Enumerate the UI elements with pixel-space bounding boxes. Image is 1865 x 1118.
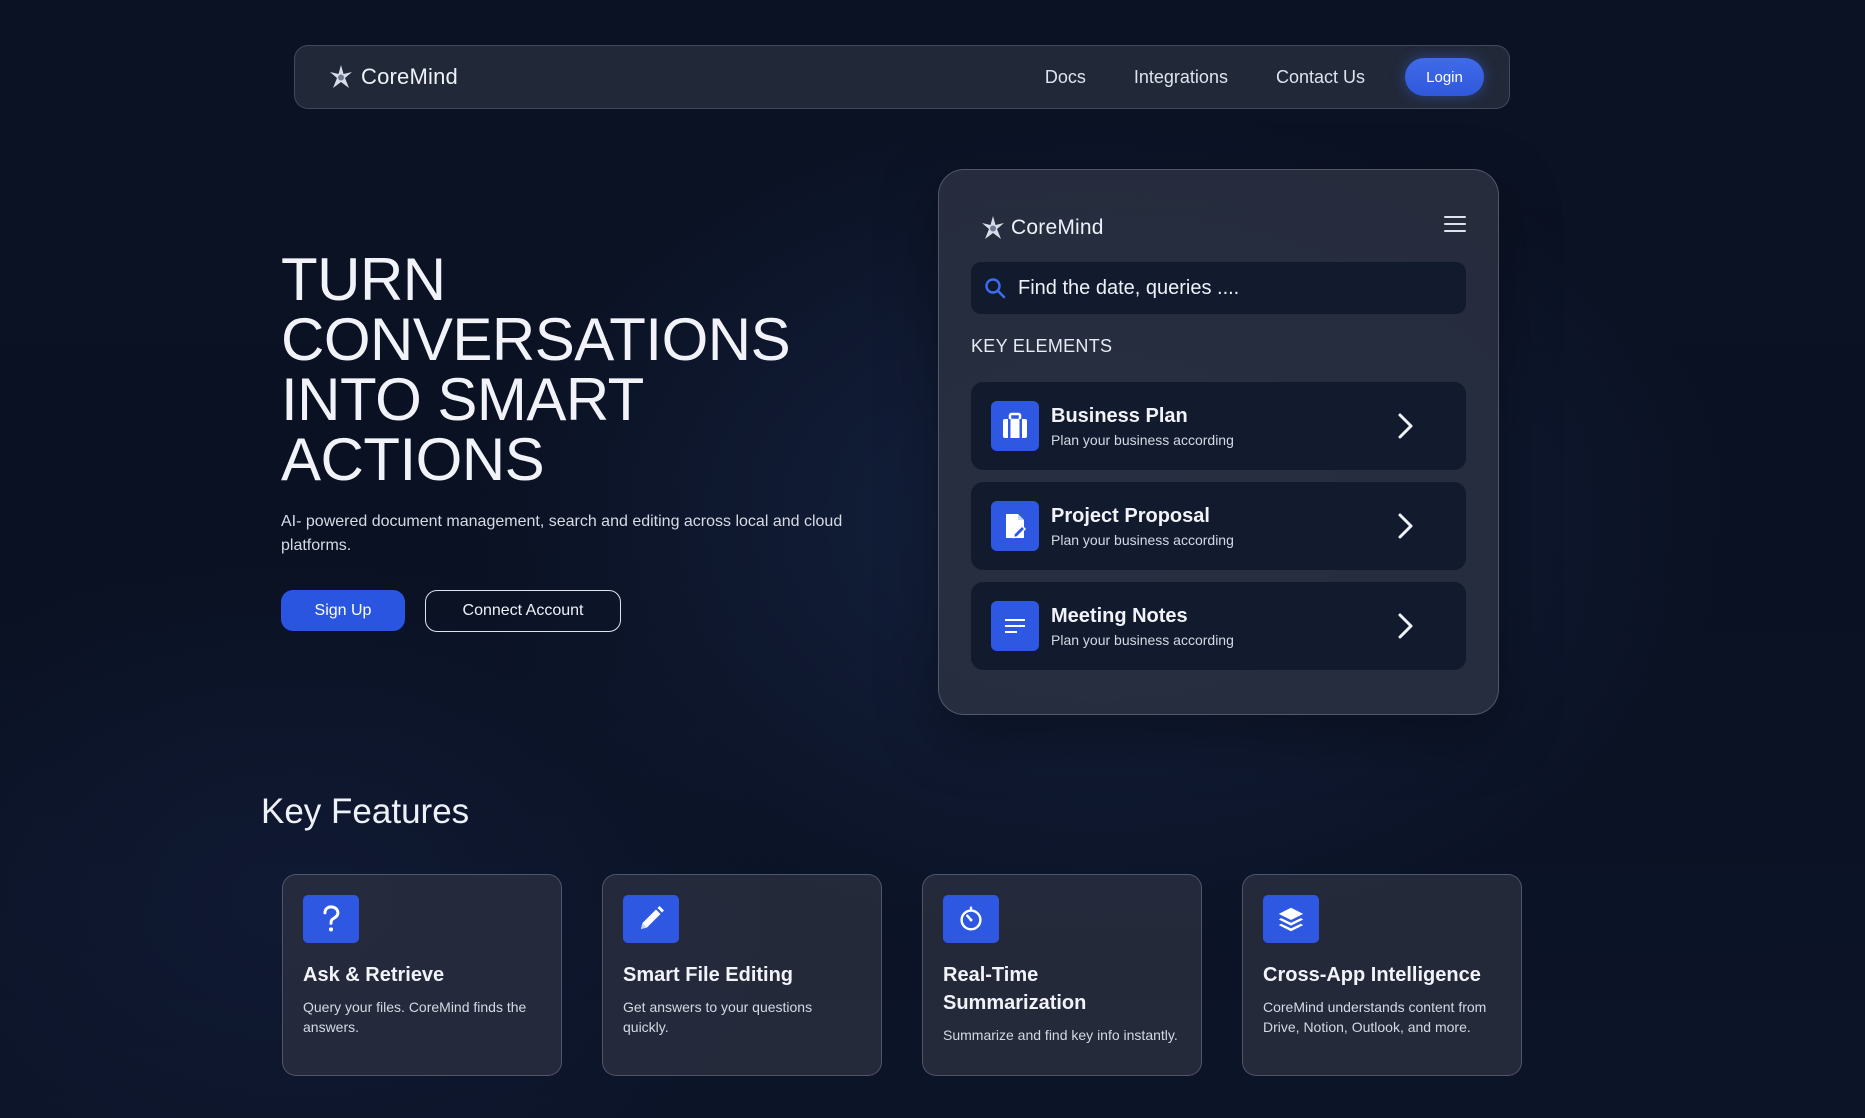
feature-desc: Get answers to your questions quickly. xyxy=(623,999,813,1035)
nav-link-docs[interactable]: Docs xyxy=(1045,67,1086,88)
feature-card-smart-file-editing: Smart File Editing Get answers to your q… xyxy=(602,874,882,1076)
feature-desc: CoreMind understands content from Drive,… xyxy=(1263,999,1487,1035)
briefcase-icon xyxy=(991,401,1039,451)
nav-link-integrations[interactable]: Integrations xyxy=(1134,67,1228,88)
feature-desc: Summarize and find key info instantly. xyxy=(943,1027,1178,1043)
feature-card-cross-app-intelligence: Cross-App Intelligence CoreMind understa… xyxy=(1242,874,1522,1076)
list-item-desc: Plan your business according xyxy=(1051,431,1234,448)
feature-title: Real-Time Summarization xyxy=(943,964,1087,1014)
timer-icon xyxy=(943,895,999,943)
feature-card-real-time-summarization: Real-Time Summarization Summarize and fi… xyxy=(922,874,1202,1076)
login-button[interactable]: Login xyxy=(1405,58,1484,96)
feature-title: Cross-App Intelligence xyxy=(1263,964,1481,986)
hero-title-line-3: INTO SMART xyxy=(281,366,644,433)
notes-lines-icon xyxy=(991,601,1039,651)
pencil-icon xyxy=(623,895,679,943)
sign-up-button[interactable]: Sign Up xyxy=(281,590,405,631)
layers-icon xyxy=(1263,895,1319,943)
list-item-desc: Plan your business according xyxy=(1051,531,1234,548)
key-features-heading: Key Features xyxy=(261,792,470,831)
hamburger-menu-icon[interactable] xyxy=(1444,216,1466,234)
coremind-logo-icon xyxy=(979,214,1007,242)
search-bar[interactable] xyxy=(971,262,1466,314)
nav-links: Docs Integrations Contact Us Login xyxy=(1045,58,1484,96)
brand-name: CoreMind xyxy=(361,64,458,89)
hero-actions: Sign Up Connect Account xyxy=(281,590,621,632)
coremind-logo-icon xyxy=(327,63,355,91)
list-item-business-plan[interactable]: Business Plan Plan your business accordi… xyxy=(971,382,1466,470)
feature-card-ask-retrieve: Ask & Retrieve Query your files. CoreMin… xyxy=(282,874,562,1076)
hero-subtitle: AI- powered document management, search … xyxy=(281,513,843,554)
feature-grid: Ask & Retrieve Query your files. CoreMin… xyxy=(282,874,1522,1076)
search-input[interactable] xyxy=(1018,276,1438,300)
search-icon xyxy=(984,277,1006,299)
panel-brand-name: CoreMind xyxy=(1011,216,1104,239)
hero-title-line-4: ACTIONS xyxy=(281,426,545,493)
connect-account-button[interactable]: Connect Account xyxy=(425,590,621,632)
panel-brand: CoreMind xyxy=(979,214,1104,242)
nav-link-contact-us[interactable]: Contact Us xyxy=(1276,67,1365,88)
key-elements-list: Business Plan Plan your business accordi… xyxy=(971,382,1466,682)
list-item-project-proposal[interactable]: Project Proposal Plan your business acco… xyxy=(971,482,1466,570)
feature-title: Ask & Retrieve xyxy=(303,964,445,986)
list-item-title: Meeting Notes xyxy=(1051,604,1188,627)
document-edit-icon xyxy=(991,501,1039,551)
top-navbar: CoreMind Docs Integrations Contact Us Lo… xyxy=(294,45,1510,109)
key-elements-label: KEY ELEMENTS xyxy=(971,336,1113,356)
chevron-right-icon xyxy=(1396,412,1416,440)
app-preview-panel: CoreMind KEY ELEMENTS Busines xyxy=(938,169,1499,715)
list-item-title: Project Proposal xyxy=(1051,504,1210,527)
hero-title: TURN CONVERSATIONS INTO SMART ACTIONS xyxy=(281,250,841,490)
list-item-meeting-notes[interactable]: Meeting Notes Plan your business accordi… xyxy=(971,582,1466,670)
chevron-right-icon xyxy=(1396,612,1416,640)
list-item-desc: Plan your business according xyxy=(1051,631,1234,648)
hero-title-line-1: TURN xyxy=(281,246,446,313)
feature-title: Smart File Editing xyxy=(623,964,794,986)
hero-title-line-2: CONVERSATIONS xyxy=(281,306,791,373)
feature-desc: Query your files. CoreMind finds the ans… xyxy=(303,999,527,1035)
brand[interactable]: CoreMind xyxy=(327,63,458,91)
chevron-right-icon xyxy=(1396,512,1416,540)
list-item-title: Business Plan xyxy=(1051,404,1188,427)
question-icon xyxy=(303,895,359,943)
